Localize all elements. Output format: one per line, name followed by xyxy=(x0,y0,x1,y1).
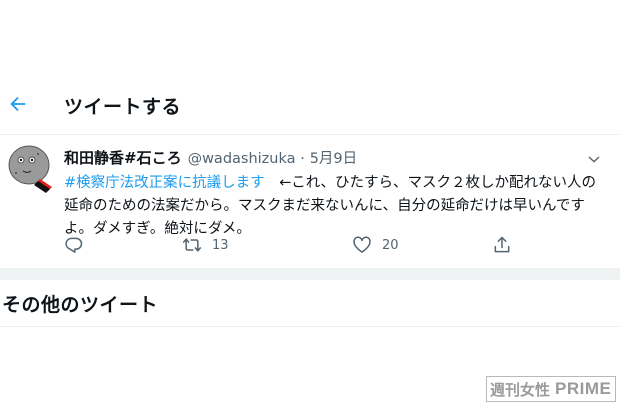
more-tweets-title: その他のツイート xyxy=(2,294,159,316)
avatar[interactable] xyxy=(4,143,54,199)
tweet-date[interactable]: 5月9日 xyxy=(310,151,357,167)
watermark-left: 週刊女性 xyxy=(487,377,554,401)
share-button[interactable] xyxy=(492,235,512,255)
retweet-icon xyxy=(182,238,202,252)
chevron-down-icon xyxy=(588,156,600,163)
reply-button[interactable] xyxy=(64,235,84,255)
section-divider xyxy=(0,326,620,327)
share-icon xyxy=(494,236,510,253)
tweet-actions: 13 20 xyxy=(56,235,536,259)
page-title: ツイートする xyxy=(64,96,182,118)
heart-icon xyxy=(353,236,371,253)
tweet-header: 和田静香#石ころ @wadashizuka · 5月9日 xyxy=(64,147,357,168)
reply-icon xyxy=(65,237,83,253)
section-separator xyxy=(0,268,620,280)
watermark-right: PRIME xyxy=(553,377,616,401)
display-name[interactable]: 和田静香#石ころ xyxy=(64,149,182,167)
retweet-count: 13 xyxy=(212,237,229,253)
retweet-button[interactable]: 13 xyxy=(182,235,229,255)
hashtag-link[interactable]: #検察庁法改正案に抗議します xyxy=(64,175,265,191)
back-button[interactable] xyxy=(2,88,34,120)
arrow-left-icon xyxy=(10,96,26,112)
publisher-watermark: 週刊女性 PRIME xyxy=(486,376,617,402)
tweet[interactable]: 和田静香#石ころ @wadashizuka · 5月9日 #検察庁法改正案に抗議し… xyxy=(0,135,620,267)
tweet-text: #検察庁法改正案に抗議します ←これ、ひたすら、マスク２枚しか配れない人の延命の… xyxy=(64,172,609,241)
more-options-button[interactable] xyxy=(584,149,604,169)
user-handle[interactable]: @wadashizuka xyxy=(188,151,296,167)
separator: · xyxy=(300,151,305,167)
like-count: 20 xyxy=(382,237,399,253)
page-header: ツイートする xyxy=(0,84,620,128)
like-button[interactable]: 20 xyxy=(352,235,399,255)
